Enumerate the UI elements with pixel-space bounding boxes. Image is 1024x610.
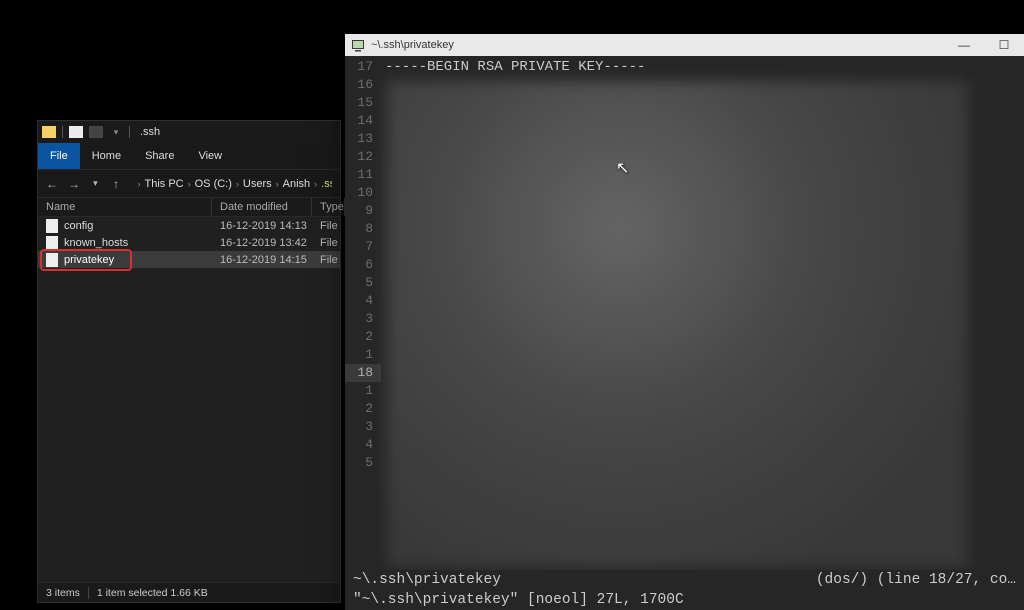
file-date: 16-12-2019 14:15: [220, 254, 320, 266]
quick-access-icon[interactable]: [69, 126, 83, 138]
column-headers[interactable]: Name Date modified Type: [38, 197, 340, 217]
column-type[interactable]: Type: [312, 198, 345, 216]
vim-file-status: "~\.ssh\privatekey" [noeol] 27L, 1700C: [353, 590, 684, 610]
status-item-count: 3 items: [46, 587, 80, 599]
line-number: 1: [345, 346, 381, 364]
status-selection: 1 item selected 1.66 KB: [97, 587, 208, 599]
breadcrumb[interactable]: › This PC › OS (C:) › Users › Anish › .s…: [132, 178, 333, 190]
line-number: 2: [345, 328, 381, 346]
column-name[interactable]: Name: [38, 198, 212, 216]
statusbar-separator: [88, 587, 89, 599]
line-number: 9: [345, 202, 381, 220]
file-icon: [46, 219, 58, 233]
file-row[interactable]: known_hosts 16-12-2019 13:42 File: [38, 234, 340, 251]
window-title: .ssh: [140, 126, 160, 138]
line-number: 4: [345, 292, 381, 310]
breadcrumb-item[interactable]: OS (C:): [195, 178, 232, 190]
file-icon: [46, 236, 58, 250]
breadcrumb-item[interactable]: Users: [243, 178, 272, 190]
line-number: 5: [345, 274, 381, 292]
line-number-gutter: 17161514131211109876543211812345: [345, 56, 381, 570]
line-number: 2: [345, 400, 381, 418]
putty-icon: [351, 38, 365, 52]
chevron-down-icon[interactable]: ▾: [109, 126, 123, 138]
line-number: 8: [345, 220, 381, 238]
file-date: 16-12-2019 14:13: [220, 220, 320, 232]
file-name: privatekey: [64, 254, 220, 266]
back-button[interactable]: ←: [46, 177, 58, 191]
column-date[interactable]: Date modified: [212, 198, 312, 216]
editor-body[interactable]: 17161514131211109876543211812345 -----BE…: [345, 56, 1024, 570]
line-number: 3: [345, 418, 381, 436]
line-number: 16: [345, 76, 381, 94]
editor-window: ~\.ssh\privatekey — ☐ 171615141312111098…: [345, 34, 1024, 610]
status-path: ~\.ssh\privatekey: [353, 570, 501, 590]
redacted-content: [387, 81, 968, 567]
line-number: 4: [345, 436, 381, 454]
chevron-right-icon: ›: [138, 179, 141, 189]
breadcrumb-item[interactable]: Anish: [283, 178, 311, 190]
tab-home[interactable]: Home: [80, 143, 133, 169]
file-type: File: [320, 254, 340, 266]
line-number: 5: [345, 454, 381, 472]
explorer-titlebar[interactable]: ▾ .ssh: [38, 121, 340, 143]
file-row-selected[interactable]: privatekey 16-12-2019 14:15 File: [38, 251, 340, 268]
breadcrumb-item[interactable]: This PC: [145, 178, 184, 190]
file-name: known_hosts: [64, 237, 220, 249]
line-number: 13: [345, 130, 381, 148]
file-icon: [46, 253, 58, 267]
line-number: 14: [345, 112, 381, 130]
minimize-button[interactable]: —: [944, 34, 984, 56]
line-number: 7: [345, 238, 381, 256]
titlebar-separator: [129, 126, 130, 138]
chevron-right-icon: ›: [188, 179, 191, 189]
file-type: File: [320, 220, 340, 232]
nav-bar: ← → ▾ ↑ › This PC › OS (C:) › Users › An…: [38, 169, 340, 197]
editor-vim-status: "~\.ssh\privatekey" [noeol] 27L, 1700C: [345, 590, 1024, 610]
forward-button[interactable]: →: [68, 177, 80, 191]
file-explorer-window: ▾ .ssh File Home Share View ← → ▾ ↑ › Th…: [38, 121, 340, 602]
quick-access-icon-2[interactable]: [89, 126, 103, 138]
line-number: 12: [345, 148, 381, 166]
code-line: -----BEGIN RSA PRIVATE KEY-----: [381, 58, 1024, 76]
tab-share[interactable]: Share: [133, 143, 186, 169]
chevron-right-icon: ›: [236, 179, 239, 189]
status-position: (dos/) (line 18/27, co…: [816, 570, 1016, 590]
ribbon-tabs: File Home Share View: [38, 143, 340, 169]
tab-view[interactable]: View: [186, 143, 234, 169]
line-number: 3: [345, 310, 381, 328]
editor-airline-status: ~\.ssh\privatekey (dos/) (line 18/27, co…: [345, 570, 1024, 590]
line-number: 1: [345, 382, 381, 400]
line-number: 18: [345, 364, 381, 382]
chevron-right-icon: ›: [276, 179, 279, 189]
explorer-statusbar: 3 items 1 item selected 1.66 KB: [38, 582, 340, 602]
line-number: 10: [345, 184, 381, 202]
line-number: 17: [345, 58, 381, 76]
line-number: 15: [345, 94, 381, 112]
tab-file[interactable]: File: [38, 143, 80, 169]
history-dropdown-icon[interactable]: ▾: [90, 178, 101, 189]
maximize-button[interactable]: ☐: [984, 34, 1024, 56]
editor-titlebar[interactable]: ~\.ssh\privatekey — ☐: [345, 34, 1024, 56]
line-number: 11: [345, 166, 381, 184]
titlebar-separator: [62, 126, 63, 138]
file-date: 16-12-2019 13:42: [220, 237, 320, 249]
file-name: config: [64, 220, 220, 232]
file-list[interactable]: config 16-12-2019 14:13 File known_hosts…: [38, 217, 340, 582]
folder-icon: [42, 126, 56, 138]
editor-title: ~\.ssh\privatekey: [371, 39, 454, 51]
line-number: 6: [345, 256, 381, 274]
breadcrumb-item-current[interactable]: .ssh: [321, 178, 332, 190]
up-button[interactable]: ↑: [111, 177, 122, 191]
file-type: File: [320, 237, 340, 249]
file-row[interactable]: config 16-12-2019 14:13 File: [38, 217, 340, 234]
chevron-right-icon: ›: [314, 179, 317, 189]
